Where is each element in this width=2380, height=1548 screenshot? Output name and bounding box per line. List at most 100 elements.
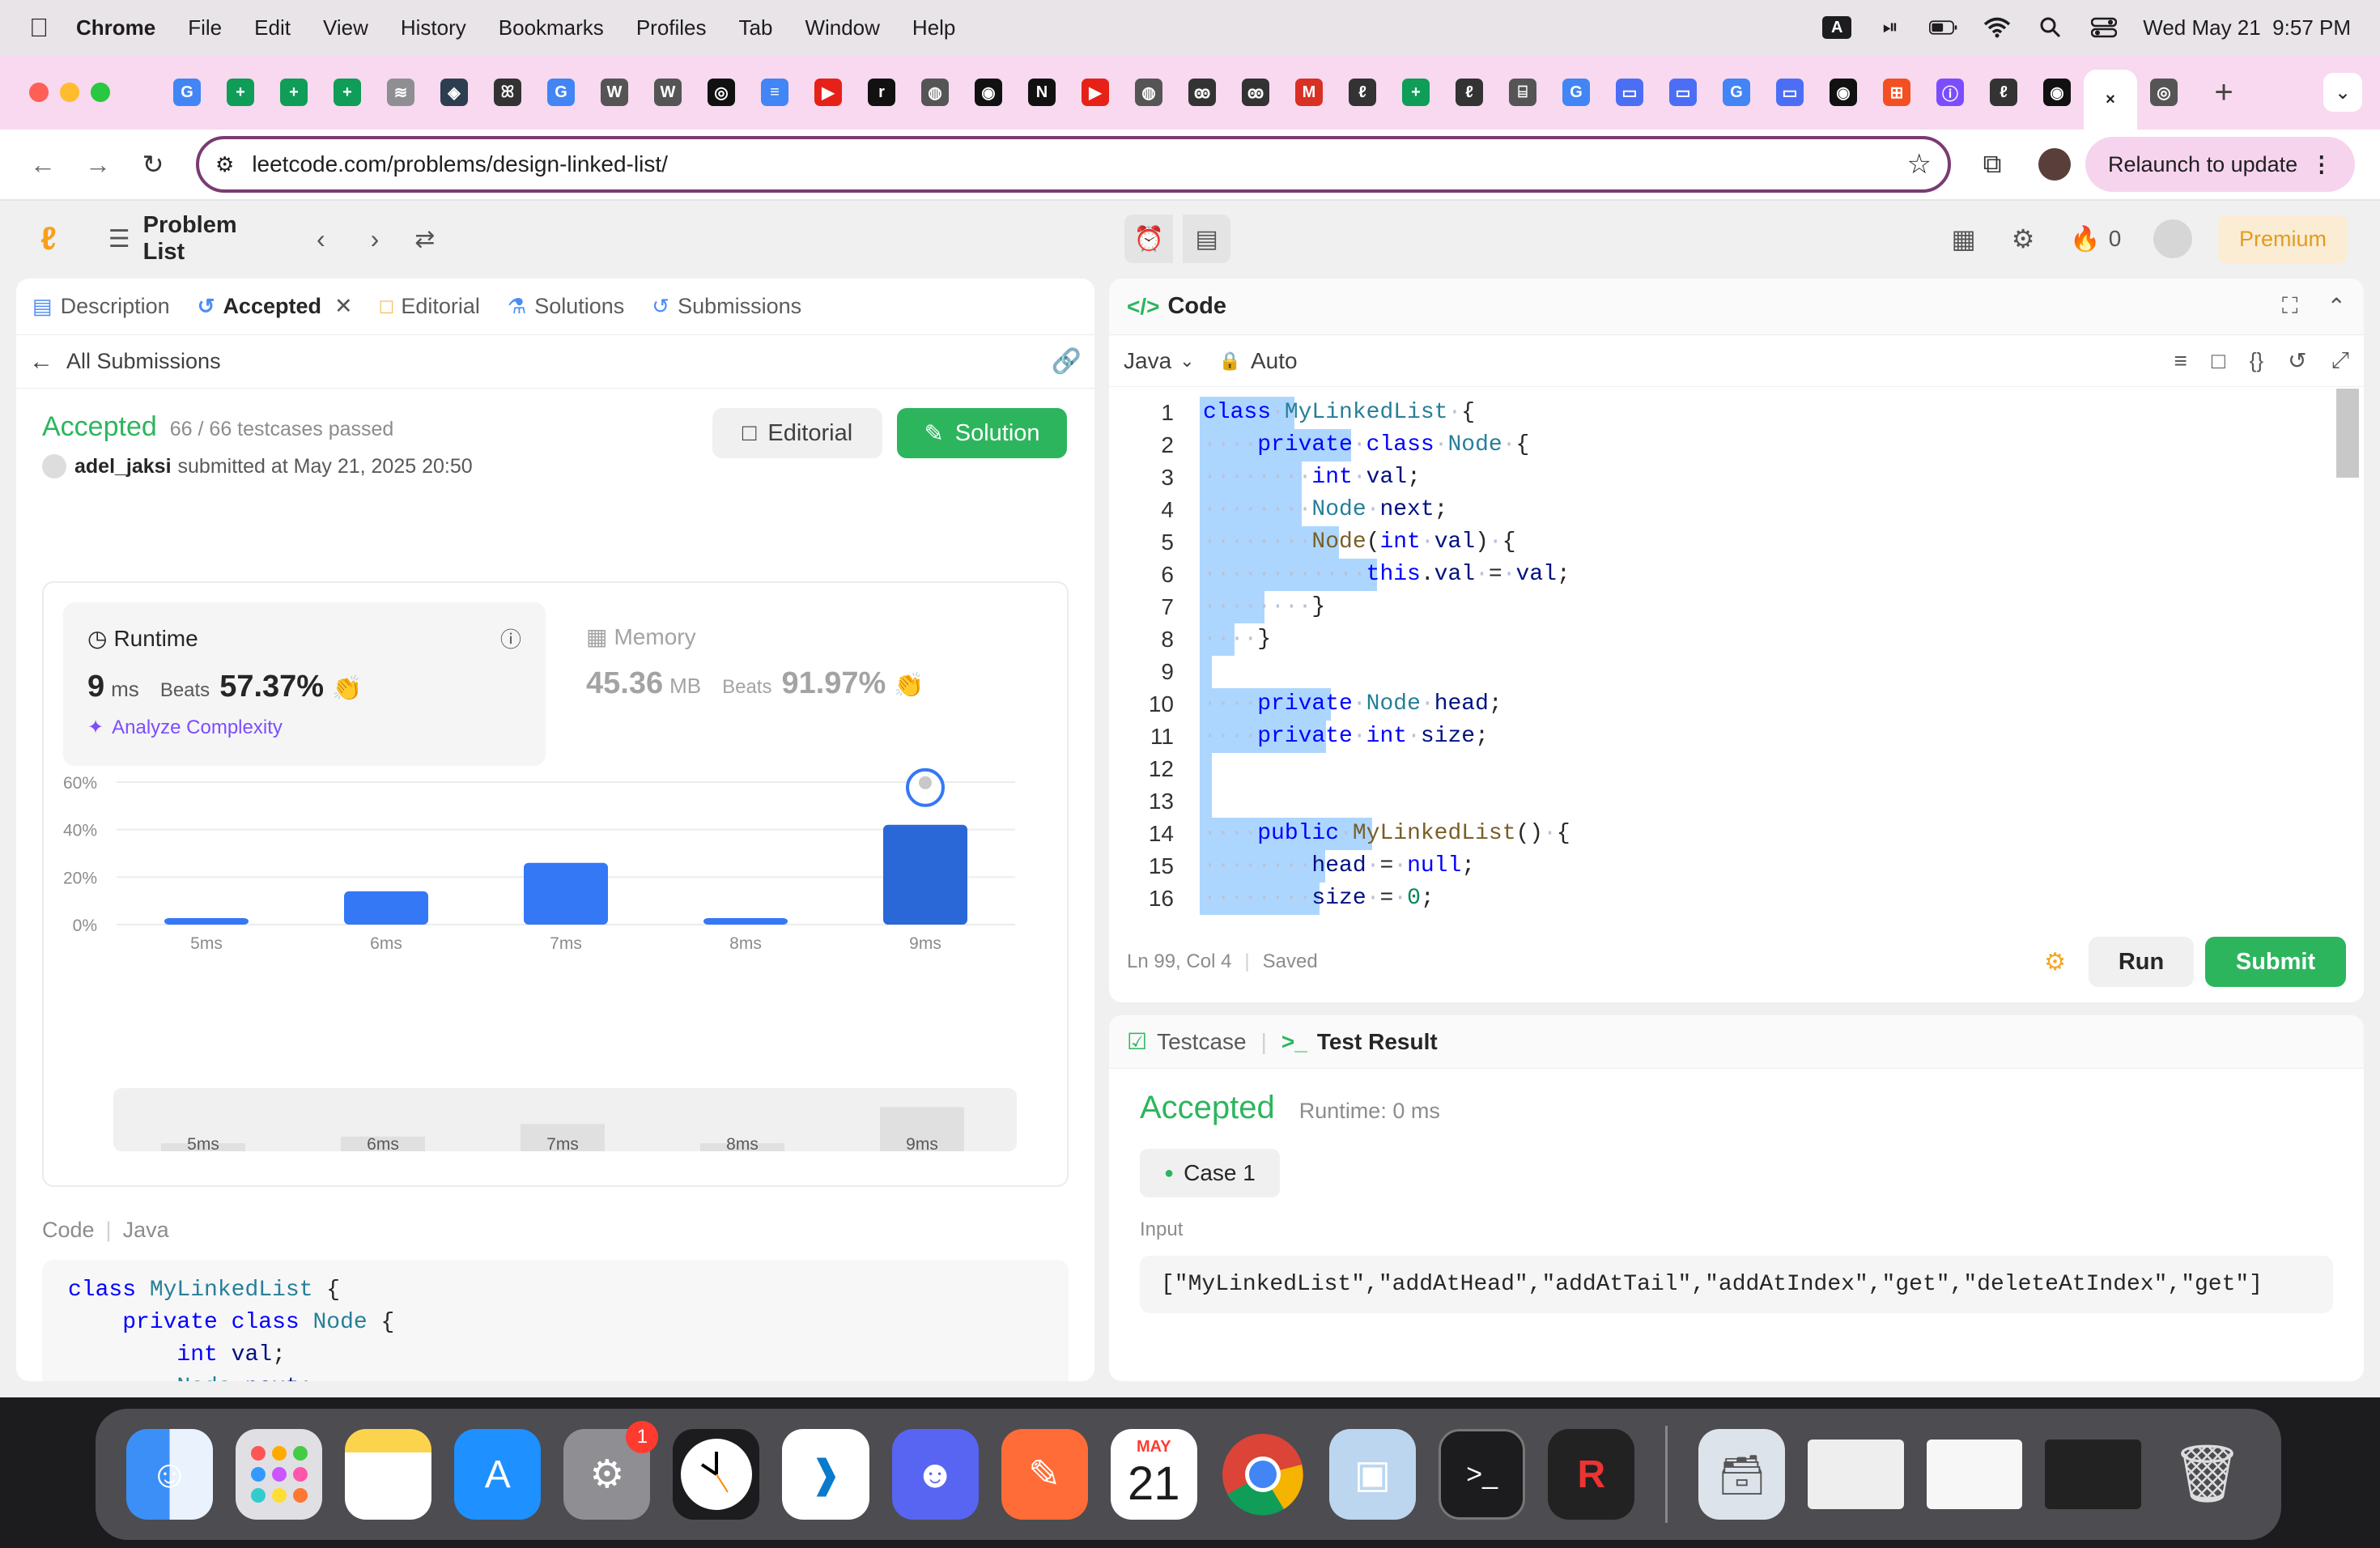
browser-tab[interactable]: ▭ (1656, 66, 1710, 119)
analyze-complexity-link[interactable]: Analyze Complexity (112, 717, 283, 739)
info-icon[interactable]: ⓘ (500, 623, 521, 653)
browser-tab[interactable]: ◉ (962, 66, 1015, 119)
back-arrow-icon[interactable]: ← (29, 348, 53, 376)
site-info-icon[interactable]: ⚙ (215, 152, 234, 177)
launchpad-icon[interactable] (236, 1429, 323, 1520)
postman-icon[interactable]: ✎ (1001, 1429, 1088, 1520)
browser-tab[interactable]: ▶ (801, 66, 855, 119)
browser-tab[interactable]: W (641, 66, 695, 119)
browser-tab[interactable]: G (1549, 66, 1603, 119)
editor-scrollbar[interactable] (2336, 389, 2359, 478)
notes-icon[interactable]: ▤ (1182, 215, 1231, 263)
finder-icon[interactable]: ☺ (126, 1429, 214, 1520)
timer-icon[interactable]: ⏰ (1124, 215, 1173, 263)
submitter-name[interactable]: adel_jaksi (74, 455, 172, 478)
runtime-distribution-chart[interactable]: 60% 40% 20% 0% 5ms 6ms 7ms 8ms 9ms 5ms 6ms 7ms 8ms 9m… (44, 766, 1069, 1187)
maximize-icon[interactable]: ⛶ (2282, 293, 2298, 320)
recent-window-3[interactable] (2045, 1440, 2141, 1509)
menu-bookmarks[interactable]: Bookmarks (499, 15, 604, 40)
chart-bar[interactable] (344, 891, 428, 925)
browser-tab[interactable]: ◍ (908, 66, 962, 119)
discord-icon[interactable]: ☻ (891, 1429, 979, 1520)
browser-tab[interactable]: ◉ (1817, 66, 1870, 119)
browser-tab[interactable]: ▶ (1069, 66, 1122, 119)
bookmark-star-icon[interactable]: ☆ (1907, 148, 1932, 181)
runtime-box[interactable]: ◷ Runtime ⓘ 9 ms Beats 57.37% 👏 ✦ Analyz… (63, 602, 546, 766)
submitted-code-block[interactable]: class MyLinkedList { private class Node … (42, 1260, 1069, 1381)
now-playing-icon[interactable]: ⏯ (1876, 16, 1905, 39)
browser-tab[interactable]: ▭ (1603, 66, 1656, 119)
rar-extractor-icon[interactable]: R (1548, 1429, 1635, 1520)
more-menu-icon[interactable]: ⋮ (2310, 152, 2332, 177)
reload-icon[interactable]: ↻ (133, 144, 173, 185)
browser-tab[interactable]: + (214, 66, 267, 119)
all-submissions-link[interactable]: All Submissions (66, 349, 221, 374)
menu-edit[interactable]: Edit (254, 15, 291, 40)
browser-tab[interactable]: + (1389, 66, 1443, 119)
user-avatar[interactable] (2153, 219, 2192, 258)
extensions-icon[interactable]: ⧉ (1972, 144, 2012, 185)
tab-editorial[interactable]: □ Editorial (380, 294, 480, 319)
menu-profiles[interactable]: Profiles (636, 15, 707, 40)
braces-icon[interactable]: {} (2250, 348, 2263, 373)
code-area[interactable]: 1 2 3 4 5 6 7 8 9 10 11 12 13 14 15 16 class·MyLinkedLi… (1109, 389, 2364, 923)
editor-code-lines[interactable]: class·MyLinkedList·{····private·class·No… (1200, 397, 2320, 915)
menu-file[interactable]: File (188, 15, 222, 40)
chart-bar[interactable] (703, 918, 788, 925)
chart-bar[interactable] (524, 862, 608, 925)
vscode-icon[interactable]: ❱ (782, 1429, 869, 1520)
menu-app-name[interactable]: Chrome (76, 15, 155, 40)
menu-help[interactable]: Help (912, 15, 955, 40)
forward-arrow-icon[interactable]: → (78, 144, 118, 185)
window-minimize-button[interactable] (60, 83, 79, 102)
browser-tab[interactable]: ◎ (2137, 66, 2191, 119)
browser-tab[interactable]: ≋ (374, 66, 427, 119)
browser-tab[interactable]: ⊞ (1870, 66, 1923, 119)
next-problem-icon[interactable]: › (371, 224, 380, 254)
menu-view[interactable]: View (323, 15, 368, 40)
notes-app-icon[interactable] (345, 1429, 432, 1520)
app-store-icon[interactable]: A (454, 1429, 542, 1520)
tab-testcase[interactable]: Testcase (1157, 1029, 1247, 1055)
tab-accepted[interactable]: ↺ Accepted ✕ (198, 294, 353, 319)
menubar-datetime[interactable]: Wed May 21 9:57 PM (2143, 15, 2351, 40)
shuffle-icon[interactable]: ⇄ (414, 225, 435, 253)
tab-test-result[interactable]: Test Result (1317, 1029, 1438, 1055)
problem-list-link[interactable]: Problem List (143, 212, 284, 266)
language-select[interactable]: Java ⌄ (1124, 348, 1195, 374)
prev-problem-icon[interactable]: ‹ (317, 224, 325, 254)
browser-tab[interactable]: ꙭ (1229, 66, 1282, 119)
browser-tab[interactable]: W (588, 66, 641, 119)
browser-tab[interactable]: ◉ (2030, 66, 2084, 119)
downloads-stack-icon[interactable]: 🗃 (1698, 1429, 1786, 1520)
input-value-box[interactable]: ["MyLinkedList","addAtHead","addAtTail",… (1140, 1256, 2333, 1313)
chart-bar[interactable] (883, 824, 967, 925)
window-close-button[interactable] (29, 83, 49, 102)
browser-tab[interactable]: ꕤ (481, 66, 534, 119)
browser-tab[interactable]: ▭ (1763, 66, 1817, 119)
apple-logo-icon[interactable]:  (29, 13, 49, 43)
close-tab-icon[interactable]: ✕ (334, 294, 353, 319)
calendar-icon[interactable]: MAY 21 (1110, 1429, 1197, 1520)
browser-tab[interactable]: G (534, 66, 588, 119)
trash-icon[interactable]: 🗑 (2164, 1429, 2250, 1520)
input-source-icon[interactable]: A (1822, 16, 1852, 39)
window-zoom-button[interactable] (91, 83, 110, 102)
browser-tab[interactable]: × (2084, 70, 2137, 130)
run-button[interactable]: Run (2089, 937, 2194, 987)
premium-button[interactable]: Premium (2217, 215, 2348, 263)
address-bar[interactable]: ⚙ leetcode.com/problems/design-linked-li… (196, 136, 1951, 193)
browser-tab[interactable]: ◈ (427, 66, 481, 119)
reset-icon[interactable]: ↺ (2288, 347, 2306, 374)
chart-bar[interactable] (164, 918, 249, 925)
editorial-button[interactable]: □ Editorial (712, 408, 882, 458)
auto-mode-toggle[interactable]: Auto (1251, 348, 1298, 374)
tab-submissions[interactable]: ↺ Submissions (652, 294, 801, 319)
solution-button[interactable]: ✎ Solution (897, 408, 1067, 458)
recent-window-2[interactable] (1926, 1440, 2023, 1509)
tab-solutions[interactable]: ⚗ Solutions (508, 294, 624, 319)
memory-box[interactable]: ▦ Memory 45.36 MB Beats 91.97% 👏 (562, 602, 1031, 766)
browser-tab[interactable]: ⓘ (1923, 66, 1977, 119)
submit-button[interactable]: Submit (2205, 937, 2346, 987)
system-settings-icon[interactable]: ⚙ 1 (563, 1421, 659, 1520)
